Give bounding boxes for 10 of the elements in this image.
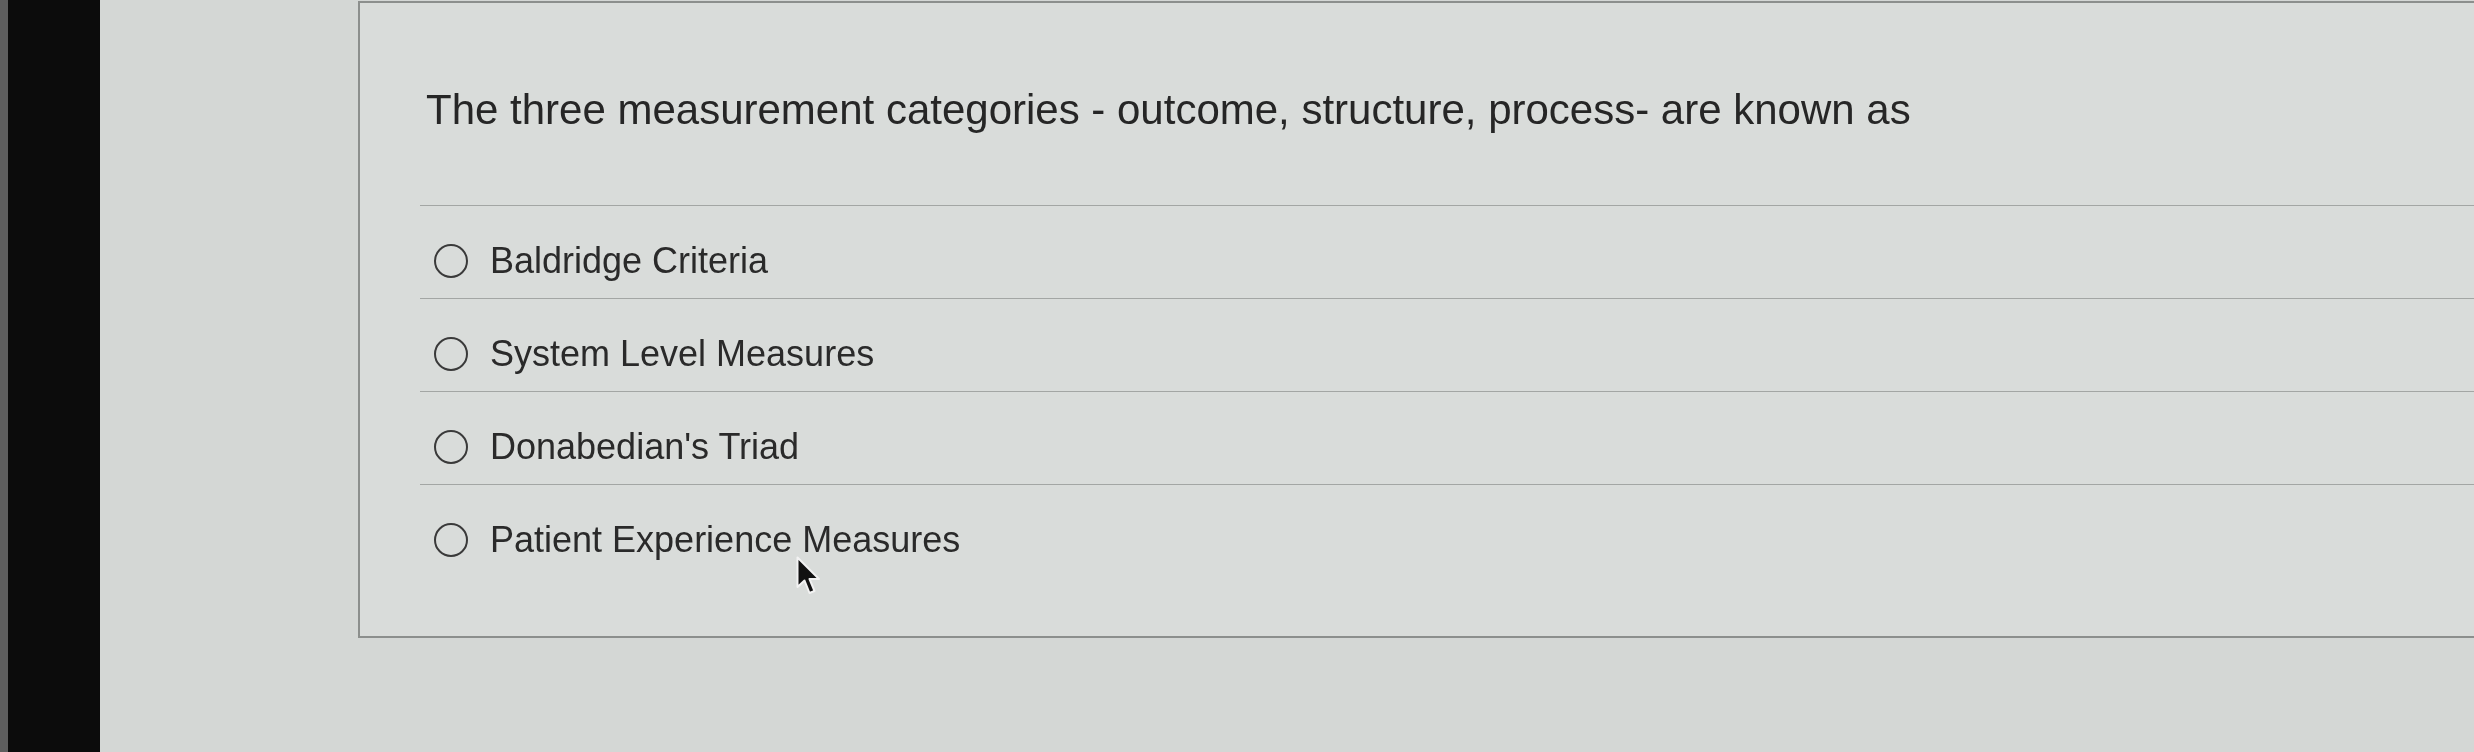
option-label[interactable]: Baldridge Criteria	[490, 239, 769, 283]
option-label[interactable]: Donabedian's Triad	[490, 425, 800, 469]
radio-button[interactable]	[434, 337, 468, 371]
radio-button[interactable]	[434, 430, 468, 464]
question-text: The three measurement categories - outcome, structure, process- are known as	[425, 85, 1912, 135]
option-label[interactable]: Patient Experience Measures	[490, 518, 961, 562]
radio-button[interactable]	[434, 523, 468, 557]
mouse-pointer-icon	[796, 556, 822, 596]
option-label[interactable]: System Level Measures	[490, 332, 875, 376]
radio-button[interactable]	[434, 244, 468, 278]
